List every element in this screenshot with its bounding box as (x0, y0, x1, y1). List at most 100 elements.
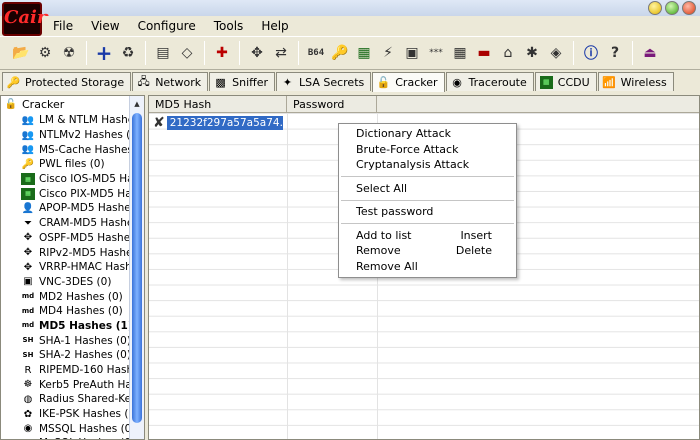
column-header-md5-hash[interactable]: MD5 Hash (149, 96, 287, 113)
house-icon[interactable]: ⌂ (497, 41, 519, 65)
tab-traceroute[interactable]: ◉ Traceroute (445, 72, 534, 91)
tree-item[interactable]: ✥ VRRP-HMAC Hash (1, 260, 144, 275)
tab-protected-storage[interactable]: 🔑 Protected Storage (2, 72, 132, 91)
tree-item[interactable]: ⏷ CRAM-MD5 Hashes (1, 216, 144, 231)
tab-cracker[interactable]: 🔓 Cracker (372, 72, 445, 92)
radiation-icon[interactable]: ☢ (58, 41, 80, 65)
menu-item-label: Cryptanalysis Attack (356, 158, 470, 172)
swap-icon[interactable]: ⇄ (270, 41, 292, 65)
tree-item-label: VNC-3DES (0) (39, 275, 112, 288)
tree-item[interactable]: md MD2 Hashes (0) (1, 289, 144, 304)
maximize-button[interactable] (665, 1, 679, 15)
tree-item-label: RIPEMD-160 Hash (39, 364, 134, 377)
menu-file[interactable]: File (44, 16, 82, 36)
vnc-tool-icon[interactable]: ▣ (401, 41, 423, 65)
menu-dictionary-attack[interactable]: Dictionary Attack (339, 126, 516, 142)
menu-brute-force-attack[interactable]: Brute-Force Attack (339, 142, 516, 158)
bug-icon[interactable]: ✱ (521, 41, 543, 65)
tree-item[interactable]: SH SHA-1 Hashes (0) (1, 333, 144, 348)
menu-help[interactable]: Help (252, 16, 297, 36)
info-icon[interactable]: ⓘ (580, 41, 602, 65)
tree-item[interactable]: ◍ Radius Shared-Ke (1, 392, 144, 407)
scroll-thumb[interactable] (132, 113, 142, 423)
traceroute-icon: ◉ (452, 75, 462, 89)
tree-item[interactable]: 👤 APOP-MD5 Hashes (1, 201, 144, 216)
menu-view[interactable]: View (82, 16, 128, 36)
add-icon[interactable]: + (93, 41, 115, 65)
close-button[interactable] (682, 1, 696, 15)
menu-separator (341, 199, 514, 201)
tab-label: Cracker (395, 76, 438, 89)
sniffer-icon: ▩ (215, 75, 226, 89)
table-row[interactable]: ✘ 21232f297a57a5a74... (153, 116, 283, 130)
tree-scrollbar[interactable]: ▲ (129, 96, 144, 439)
menu-tools[interactable]: Tools (205, 16, 253, 36)
media-tool-icon[interactable]: ▬ (473, 41, 495, 65)
tree-item[interactable]: 👥 NTLMv2 Hashes (0 (1, 128, 144, 143)
tab-label: Sniffer (232, 75, 269, 89)
tree-item[interactable]: 👥 LM & NTLM Hashes (1, 113, 144, 128)
tree-item-label: MD5 Hashes (1) (39, 319, 133, 332)
open-folder-icon[interactable]: 📂 (10, 41, 32, 65)
disk-icon[interactable]: ◈ (545, 41, 567, 65)
menu-configure[interactable]: Configure (129, 16, 205, 36)
tree-item[interactable]: R RIPEMD-160 Hash (1, 363, 144, 378)
eraser-icon[interactable]: ◇ (176, 41, 198, 65)
network-settings-icon[interactable]: ⚙ (34, 41, 56, 65)
menu-test-password[interactable]: Test password (339, 204, 516, 220)
tree-item[interactable]: md MD5 Hashes (1) (1, 319, 144, 334)
user-group-icon: 👥 (21, 129, 35, 141)
route-table-icon[interactable]: ✚ (211, 41, 233, 65)
column-header-password[interactable]: Password (287, 96, 377, 113)
menu-remove[interactable]: Remove Delete (339, 243, 516, 259)
tree-item[interactable]: ▣ VNC-3DES (0) (1, 275, 144, 290)
menu-cryptanalysis-attack[interactable]: Cryptanalysis Attack (339, 157, 516, 173)
password-field-icon[interactable]: *** (425, 41, 447, 65)
tree-item[interactable]: ◉MySQL Hashes (0 (1, 436, 144, 439)
tab-sniffer[interactable]: ▩ Sniffer (209, 72, 276, 91)
tree-item[interactable]: ✥ OSPF-MD5 Hashes (1, 231, 144, 246)
scroll-up-arrow[interactable]: ▲ (130, 96, 144, 112)
tab-lsa-secrets[interactable]: ✦ LSA Secrets (276, 72, 372, 91)
wifi-tool-icon[interactable]: ⚡ (377, 41, 399, 65)
minimize-button[interactable] (648, 1, 662, 15)
funnel-icon: ⏷ (24, 217, 32, 229)
toolbar-separator (573, 41, 574, 65)
tree-item[interactable]: ▦ Cisco PIX-MD5 Ha (1, 186, 144, 201)
tree-item-label: MS-Cache Hashes (39, 143, 133, 156)
tree-item[interactable]: ◉ MSSQL Hashes (0 (1, 421, 144, 436)
cisco-icon: ▦ (21, 187, 35, 200)
menu-bar: File View Configure Tools Help (44, 16, 700, 36)
tree-root-cracker[interactable]: 🔓 Cracker (1, 96, 144, 113)
menu-item-label: Dictionary Attack (356, 127, 452, 141)
user-group-icon: 👥 (21, 114, 35, 126)
decode-icon[interactable]: ▤ (152, 41, 174, 65)
key-icon[interactable]: 🔑 (329, 41, 351, 65)
base64-icon[interactable]: B64 (305, 41, 327, 65)
menu-select-all[interactable]: Select All (339, 181, 516, 197)
tree-item[interactable]: 🔑 PWL files (0) (1, 157, 144, 172)
tree-item[interactable]: SH SHA-2 Hashes (0) (1, 348, 144, 363)
tree-item-label: VRRP-HMAC Hash (39, 261, 132, 274)
help-icon[interactable]: ? (604, 41, 626, 65)
tree-item[interactable]: ✿ IKE-PSK Hashes (0 (1, 407, 144, 422)
hash-cell[interactable]: 21232f297a57a5a74... (166, 116, 283, 130)
exit-icon[interactable]: ⏏ (639, 41, 661, 65)
tree-item[interactable]: ✥ RIPv2-MD5 Hashe (1, 245, 144, 260)
tree-item[interactable]: 👥 MS-Cache Hashes (1, 142, 144, 157)
tree-item[interactable]: ▦ Cisco IOS-MD5 Ha (1, 172, 144, 187)
tree-item-label: IKE-PSK Hashes (0 (39, 408, 136, 421)
menu-remove-all[interactable]: Remove All (339, 259, 516, 275)
recycle-icon[interactable]: ♻ (117, 41, 139, 65)
tab-network[interactable]: 🖧 Network (132, 72, 209, 91)
tree-item[interactable]: md MD4 Hashes (0) (1, 304, 144, 319)
move-icon[interactable]: ✥ (246, 41, 268, 65)
tab-ccdu[interactable]: ▦ CCDU (534, 72, 597, 91)
tree-item-label: RIPv2-MD5 Hashe (39, 246, 133, 259)
tab-wireless[interactable]: 📶 Wireless (597, 72, 674, 91)
toolbar-separator (298, 41, 299, 65)
grid-tool-icon[interactable]: ▦ (449, 41, 471, 65)
menu-add-to-list[interactable]: Add to list Insert (339, 228, 516, 244)
cisco-tool-icon[interactable]: ▦ (353, 41, 375, 65)
tree-item[interactable]: ☸ Kerb5 PreAuth Ha (1, 377, 144, 392)
